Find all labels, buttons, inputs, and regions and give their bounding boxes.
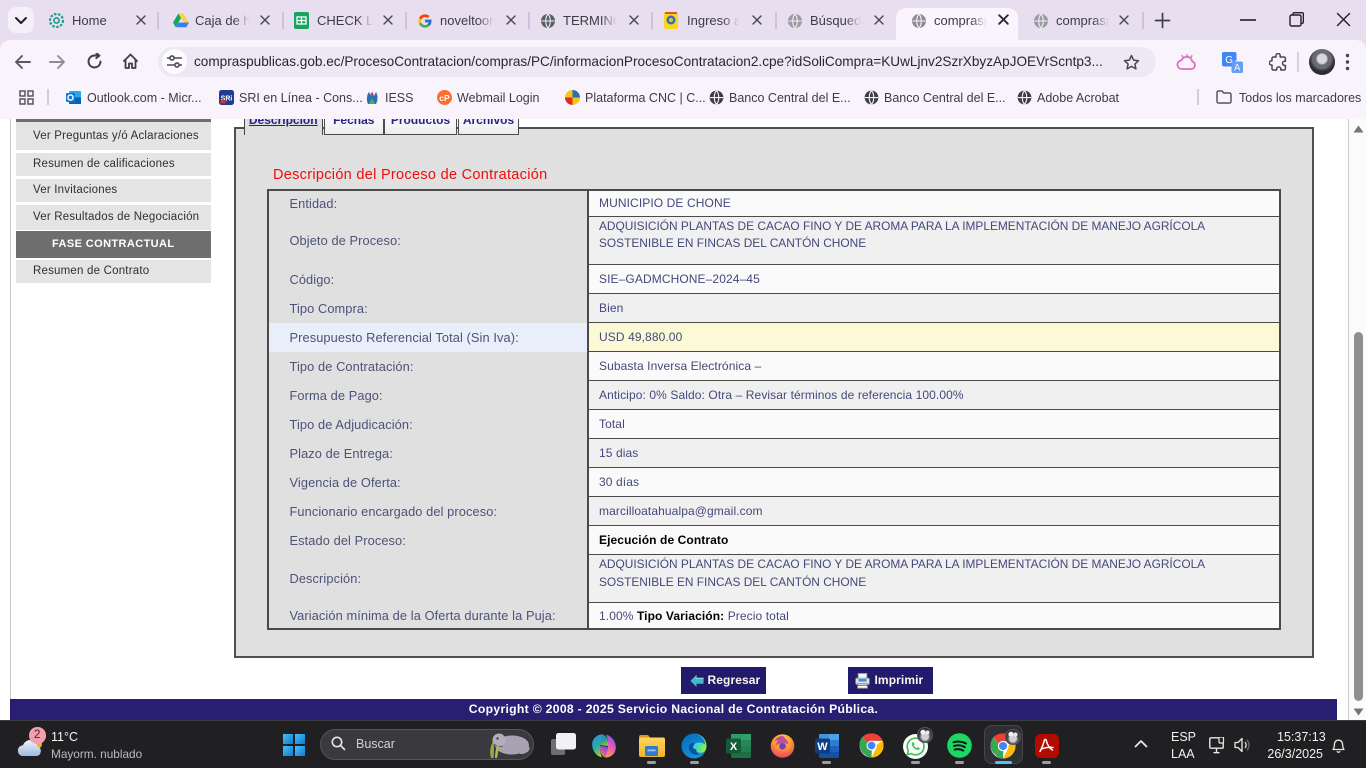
svg-text:cP: cP xyxy=(439,93,450,103)
svg-text:X: X xyxy=(730,741,738,753)
svg-text:W: W xyxy=(817,741,828,753)
svg-text:A: A xyxy=(1234,63,1241,73)
